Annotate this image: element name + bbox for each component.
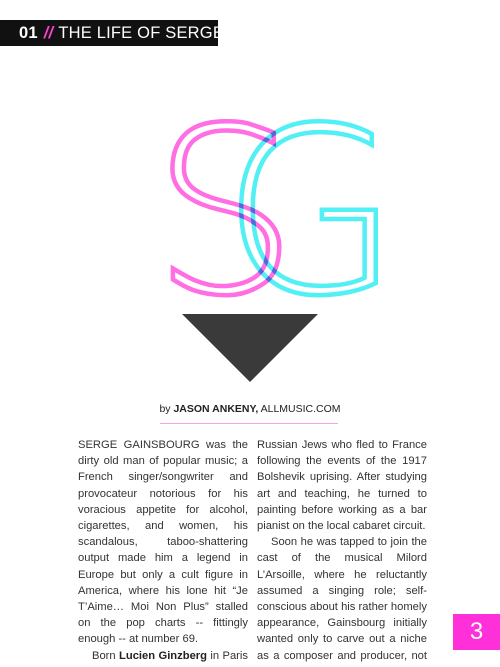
- byline-author: JASON ANKENY,: [173, 403, 259, 415]
- sg-monogram: S G: [150, 78, 402, 382]
- section-number: 01: [19, 23, 38, 42]
- article-column-right: Russian Jews who fled to France followin…: [257, 437, 427, 667]
- byline: by JASON ANKENY, ALLMUSIC.COM: [0, 403, 500, 415]
- triangle-graphic: [182, 314, 318, 382]
- birth-name: Lucien Ginzberg: [119, 649, 207, 662]
- monogram-letter-g: G: [222, 80, 400, 347]
- section-header: 01 // THE LIFE OF SERGE: [0, 20, 224, 46]
- byline-divider: [160, 423, 338, 424]
- monogram-letter-s: S: [152, 80, 298, 347]
- magazine-page: 01 // THE LIFE OF SERGE S G by JASON ANK…: [0, 0, 500, 667]
- article-paragraph-3: Russian Jews who fled to France followin…: [257, 439, 427, 533]
- article-column-left: SERGE GAINSBOURG was the dirty old man o…: [78, 437, 248, 667]
- article-paragraph-4: Soon he was tapped to join the cast of t…: [257, 534, 427, 667]
- page-number: 3: [453, 614, 500, 650]
- article-paragraph-1: SERGE GAINSBOURG was the dirty old man o…: [78, 439, 248, 646]
- section-title: THE LIFE OF SERGE: [58, 23, 225, 42]
- paragraph-4-text: Soon he was tapped to join the cast of t…: [257, 536, 427, 667]
- byline-source: ALLMUSIC.COM: [260, 403, 341, 415]
- paragraph-2-start: Born: [92, 649, 116, 662]
- article-paragraph-2: Born Lucien Ginzberg in Paris on April 2…: [78, 648, 248, 667]
- section-separator: //: [43, 23, 54, 42]
- byline-prefix: by: [159, 403, 171, 415]
